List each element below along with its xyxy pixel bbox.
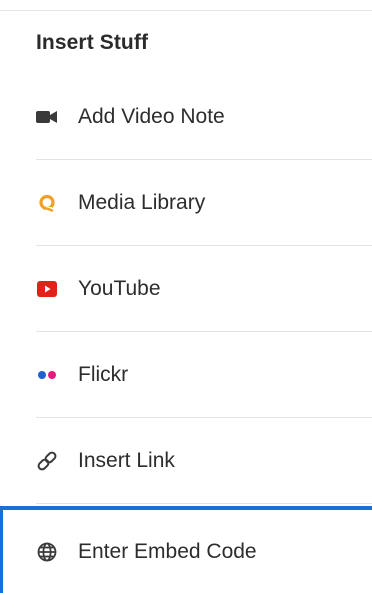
menu-item-media-library[interactable]: Media Library [0, 160, 372, 246]
link-icon [36, 450, 58, 472]
insert-stuff-panel: Insert Stuff Add Video Note Media Librar… [0, 0, 372, 593]
menu-item-add-video-note[interactable]: Add Video Note [0, 74, 372, 160]
top-divider [0, 10, 372, 11]
item-divider [36, 503, 372, 504]
menu-item-label: Enter Embed Code [78, 539, 257, 563]
menu-item-label: Add Video Note [78, 105, 225, 128]
youtube-icon [36, 278, 58, 300]
menu-item-youtube[interactable]: YouTube [0, 246, 372, 332]
menu-item-label: YouTube [78, 277, 161, 300]
panel-heading: Insert Stuff [36, 31, 149, 54]
menu-item-label: Insert Link [78, 449, 175, 472]
menu-item-insert-link[interactable]: Insert Link [0, 418, 372, 504]
menu-item-label: Media Library [78, 191, 206, 214]
menu-item-flickr[interactable]: Flickr [0, 332, 372, 418]
menu-item-label: Flickr [78, 363, 129, 386]
media-library-icon [36, 192, 58, 214]
menu-item-enter-embed-code[interactable]: Enter Embed Code [0, 506, 372, 593]
globe-icon [36, 541, 58, 563]
video-camera-icon [36, 106, 58, 128]
flickr-icon [36, 364, 58, 386]
